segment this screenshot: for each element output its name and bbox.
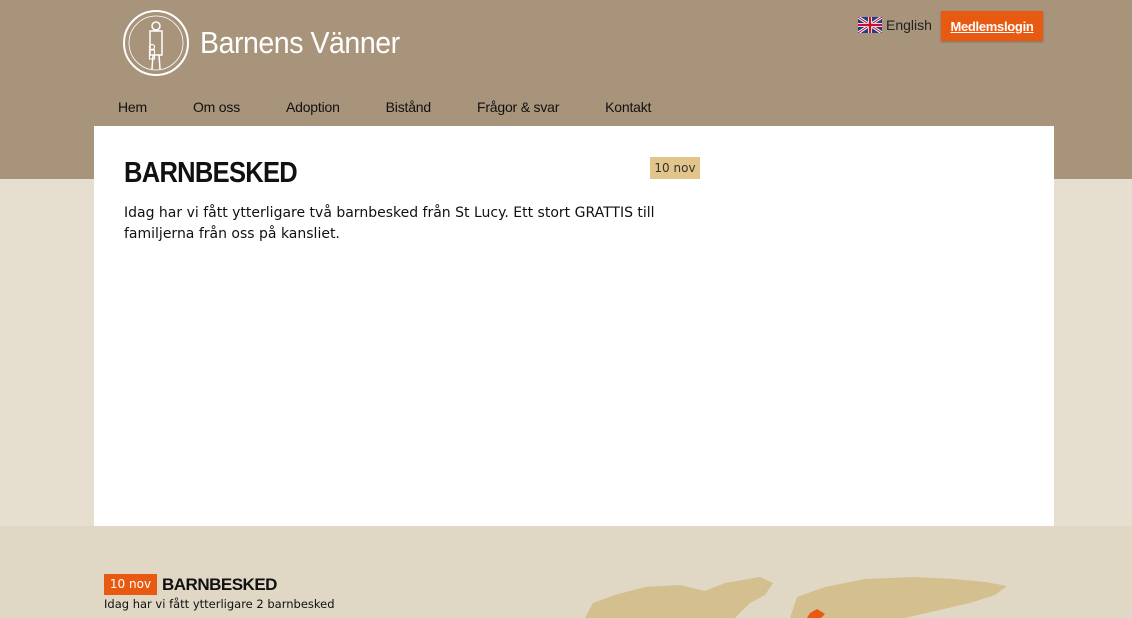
nav-item-om-oss[interactable]: Om oss	[193, 99, 240, 115]
language-label: English	[886, 17, 932, 33]
page-title: BARNBESKED	[124, 157, 298, 189]
language-switch[interactable]: English	[858, 17, 932, 33]
footer-news-title[interactable]: BARNBESKED	[162, 575, 277, 595]
footer-news-date: 10 nov	[104, 574, 157, 595]
member-login-button[interactable]: Medlemslogin	[941, 11, 1043, 41]
main-content: BARNBESKED 10 nov Idag har vi fått ytter…	[94, 126, 1054, 526]
world-map-icon	[585, 577, 1007, 618]
post-body: Idag har vi fått ytterligare två barnbes…	[124, 205, 655, 242]
main-nav: Hem Om oss Adoption Bistånd Frågor & sva…	[118, 99, 697, 115]
logo[interactable]: Barnens Vänner	[122, 9, 417, 77]
footer: 10 nov BARNBESKED Idag har vi fått ytter…	[0, 526, 1132, 618]
footer-news-text: Idag har vi fått ytterligare 2 barnbeske…	[104, 597, 335, 611]
nav-item-bistand[interactable]: Bistånd	[386, 99, 431, 115]
logo-emblem-icon	[123, 10, 189, 76]
nav-item-hem[interactable]: Hem	[118, 99, 147, 115]
nav-item-fragor-svar[interactable]: Frågor & svar	[477, 99, 559, 115]
uk-flag-icon	[858, 17, 882, 33]
nav-item-adoption[interactable]: Adoption	[286, 99, 340, 115]
date-badge: 10 nov	[650, 157, 700, 179]
logo-text: Barnens Vänner	[200, 25, 400, 60]
nav-item-kontakt[interactable]: Kontakt	[605, 99, 651, 115]
